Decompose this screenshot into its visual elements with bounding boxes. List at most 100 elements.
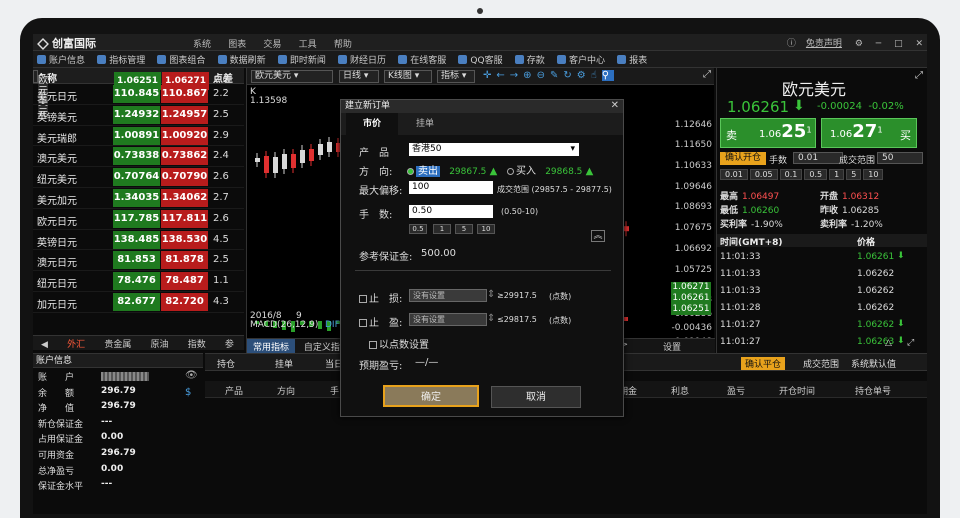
menu-help[interactable]: 帮助	[334, 40, 352, 50]
draw-line-icon[interactable]: ✎	[550, 70, 563, 81]
dollar-icon[interactable]: $	[185, 387, 191, 398]
quote-row[interactable]: 澳元日元 81.853 81.878 2.5	[33, 250, 244, 272]
points-checkbox[interactable]	[369, 341, 377, 349]
quote-ask[interactable]: 0.70790	[161, 168, 208, 187]
quote-bid[interactable]: 110.845	[113, 85, 160, 103]
take-profit-input[interactable]: 没有设置	[409, 313, 487, 326]
quote-ask[interactable]: 1.24957	[161, 105, 208, 124]
quote-ask[interactable]: 81.878	[161, 251, 208, 270]
confirm-open-toggle[interactable]: 确认开仓	[720, 152, 767, 165]
menu-system[interactable]: 系统	[193, 40, 211, 50]
quote-bid[interactable]: 1.24932	[113, 105, 160, 124]
quote-bid[interactable]: 138.485	[113, 230, 160, 249]
lot-chip[interactable]: 10	[477, 224, 495, 234]
quote-bid[interactable]: 1.00891	[113, 126, 160, 145]
close-button[interactable]: ✕	[915, 39, 923, 49]
expand-chart-icon[interactable]: ⤢	[703, 69, 711, 80]
lots-input[interactable]: 0.50	[409, 205, 493, 218]
period-select[interactable]: 日线 ▾	[339, 70, 379, 83]
lot-chip[interactable]: 0.01	[720, 169, 748, 180]
quote-ask[interactable]: 78.487	[161, 272, 208, 291]
toolbar-customer-center[interactable]: 客户中心	[556, 53, 605, 66]
dialog-close-icon[interactable]: ✕	[611, 99, 619, 112]
take-profit-checkbox[interactable]	[359, 319, 367, 327]
sell-option[interactable]: 卖出 29867.5 ▲	[407, 162, 497, 177]
lots-input[interactable]: 0.01	[793, 152, 843, 164]
menu-chart[interactable]: 图表	[228, 40, 246, 50]
lot-chip[interactable]: 1	[829, 169, 845, 180]
take-profit-stepper[interactable]: ⇕	[487, 313, 495, 324]
link-icon[interactable]: ⚲	[601, 70, 615, 81]
menu-tools[interactable]: 工具	[299, 40, 317, 50]
toolbar-calendar[interactable]: 财经日历	[338, 53, 386, 66]
buy-option[interactable]: 买入 29868.5 ▲	[507, 162, 593, 177]
toolbar-online-service[interactable]: 在线客服	[398, 53, 446, 66]
settings-link[interactable]: 设置	[657, 339, 687, 354]
quote-bid[interactable]: 78.476	[113, 272, 160, 291]
toolbar-indicator-manage[interactable]: 指标管理	[97, 53, 145, 66]
maximize-button[interactable]: □	[894, 39, 903, 49]
quote-bid[interactable]: 82.677	[113, 292, 160, 311]
confirm-close-toggle[interactable]: 确认平仓	[741, 357, 786, 370]
quote-row[interactable]: 欧元美元 1.06251 1.06271 2.0	[33, 70, 228, 119]
buy-radio[interactable]	[507, 168, 514, 175]
tab-common-indicators[interactable]: 常用指标	[247, 339, 296, 354]
refresh-icon[interactable]: ↻	[563, 70, 576, 81]
stop-loss-checkbox[interactable]	[359, 295, 367, 303]
quote-bid[interactable]: 1.34035	[113, 188, 160, 207]
quote-tab-forex[interactable]: 外汇	[59, 336, 93, 351]
expand-orders-icon[interactable]: ⤢	[907, 338, 914, 348]
toolbar-qq-service[interactable]: QQ客服	[458, 53, 503, 66]
arrow-left-icon[interactable]: ←	[496, 70, 509, 81]
zoom-in-icon[interactable]: ⊕	[523, 70, 536, 81]
quote-tab-metals[interactable]: 贵金属	[96, 336, 139, 351]
defaults-tab[interactable]: 系统默认值	[851, 357, 896, 370]
quote-row[interactable]: 纽元美元 0.70764 0.70790 2.6	[33, 167, 244, 188]
toolbar-report[interactable]: 报表	[617, 53, 647, 66]
quote-row[interactable]: 美元加元 1.34035 1.34062 2.7	[33, 188, 244, 209]
arrow-right-icon[interactable]: →	[510, 70, 523, 81]
toolbar-deposit[interactable]: 存款	[514, 53, 545, 66]
chart-type-select[interactable]: K线图 ▾	[384, 70, 432, 83]
info-icon[interactable]: ⓘ	[787, 39, 796, 49]
lot-chip[interactable]: 0.1	[779, 169, 803, 180]
collapse-icon[interactable]: △	[885, 338, 892, 348]
buy-button[interactable]: 1.06271 买	[821, 118, 917, 148]
quote-ask[interactable]: 0.73862	[161, 147, 208, 166]
toolbar-refresh[interactable]: 数据刷新	[217, 53, 266, 66]
tab-positions[interactable]: 持仓	[217, 357, 235, 370]
expand-panel-icon[interactable]: ⤢	[915, 70, 923, 81]
lot-chip[interactable]: 5	[455, 224, 473, 234]
quote-tab-index[interactable]: 指数	[180, 336, 214, 351]
quote-row[interactable]: 纽元日元 78.476 78.487 1.1	[33, 271, 244, 292]
quote-ask[interactable]: 82.720	[161, 292, 208, 311]
quote-tab-more[interactable]: 参	[217, 336, 242, 351]
quote-row[interactable]: 英镑美元 1.24932 1.24957 2.5	[33, 105, 244, 126]
quote-bid[interactable]: 0.70764	[113, 168, 160, 187]
symbol-select[interactable]: 欧元美元 ▾	[251, 70, 333, 83]
toolbar-chart-combo[interactable]: 图表组合	[157, 53, 205, 66]
disclaimer-link[interactable]: 免责声明	[806, 39, 842, 49]
quote-ask[interactable]: 117.811	[161, 209, 208, 228]
quote-bid[interactable]: 0.73838	[113, 147, 160, 166]
hand-icon[interactable]: ☝	[591, 70, 602, 81]
indicator-select[interactable]: 指标 ▾	[437, 70, 475, 83]
deviation-input[interactable]: 100	[409, 181, 493, 194]
toolbar-news[interactable]: 即时新闻	[277, 53, 326, 66]
settings-icon[interactable]: ⚙	[577, 70, 591, 81]
crosshair-icon[interactable]: ✛	[483, 70, 496, 81]
minimize-button[interactable]: ─	[876, 39, 881, 49]
quote-tab-prev[interactable]: ◀	[33, 339, 56, 351]
quote-ask[interactable]: 1.34062	[161, 188, 208, 207]
sell-radio[interactable]	[407, 168, 414, 175]
range-tab[interactable]: 成交范围	[803, 357, 839, 370]
user-settings-icon[interactable]: ⚙	[855, 39, 863, 49]
lot-chip[interactable]: 0.05	[749, 169, 778, 180]
stop-loss-input[interactable]: 没有设置	[409, 289, 487, 302]
quote-row[interactable]: 加元日元 82.677 82.720 4.3	[33, 292, 244, 313]
sell-button[interactable]: 卖 1.06251	[720, 118, 816, 148]
quote-ask[interactable]: 1.00920	[161, 126, 208, 145]
tab-pending-order[interactable]: 挂单	[399, 113, 451, 135]
menu-trade[interactable]: 交易	[263, 40, 281, 50]
confirm-order-button[interactable]: 确定	[383, 385, 479, 407]
